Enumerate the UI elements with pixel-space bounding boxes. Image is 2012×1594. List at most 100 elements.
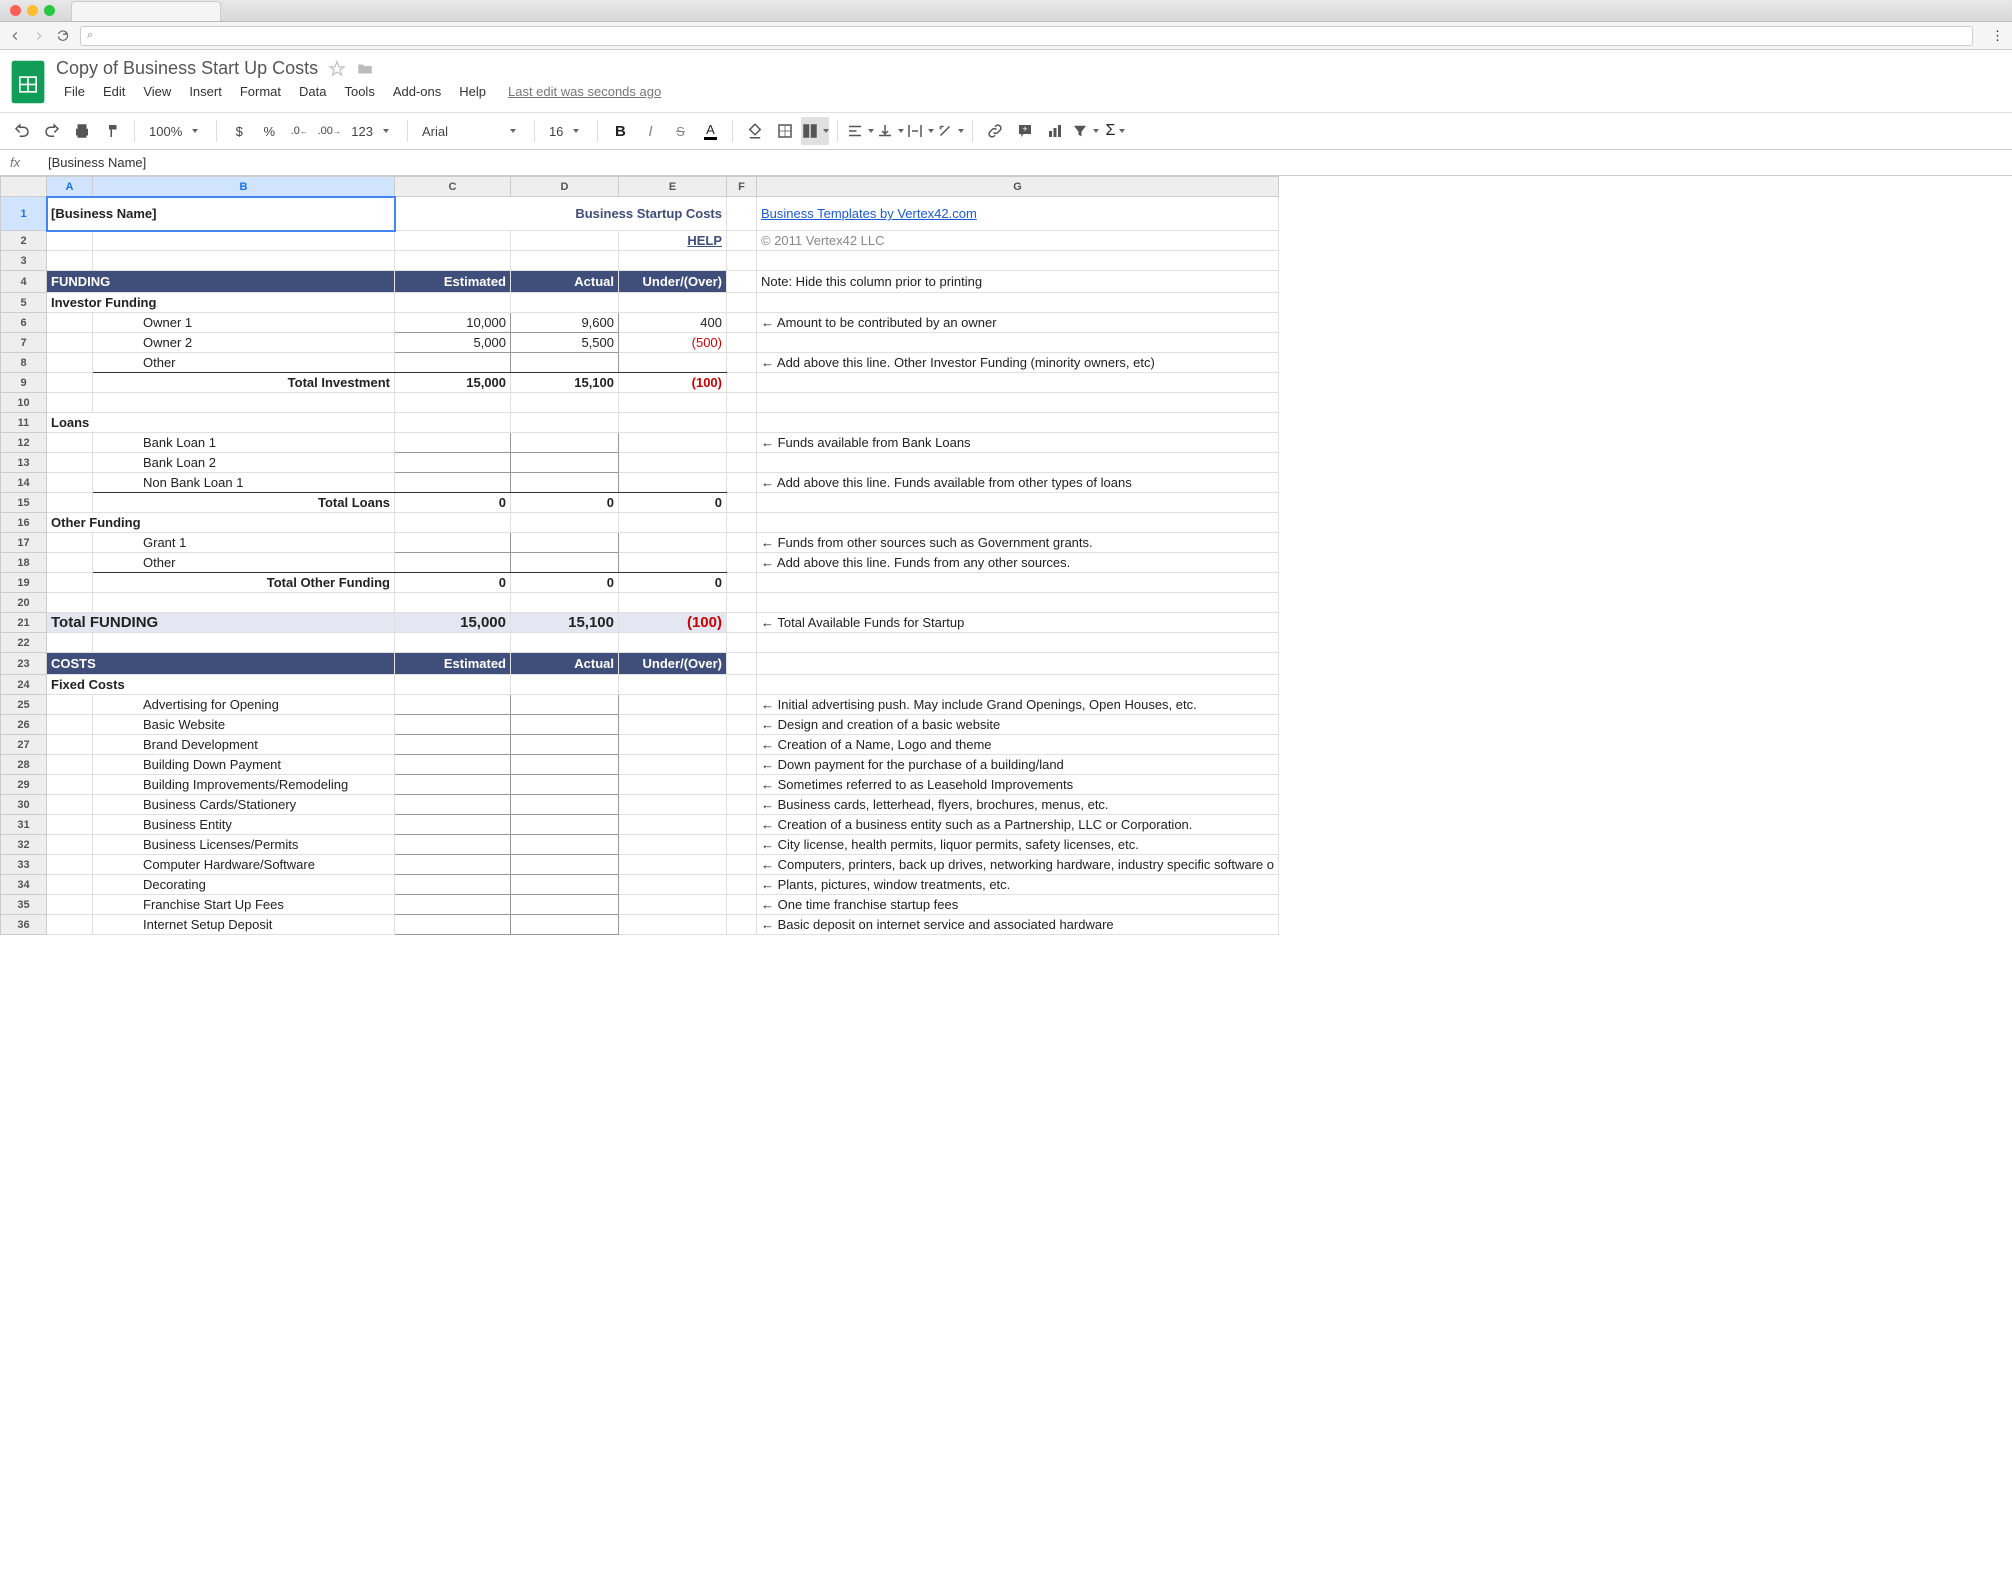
cell-C19[interactable]: 0 (395, 573, 511, 593)
cell-A15[interactable] (47, 493, 93, 513)
cell-G3[interactable] (757, 251, 1279, 271)
cell-A12[interactable] (47, 433, 93, 453)
cell-G28[interactable]: ← Down payment for the purchase of a bui… (757, 755, 1279, 775)
cell-C3[interactable] (395, 251, 511, 271)
cell-G35[interactable]: ← One time franchise startup fees (757, 895, 1279, 915)
cell-E30[interactable] (619, 795, 727, 815)
cell-B36[interactable]: Internet Setup Deposit (93, 915, 395, 935)
h-align-button[interactable] (846, 117, 874, 145)
row-header-28[interactable]: 28 (1, 755, 47, 775)
cell-D36[interactable] (511, 915, 619, 935)
row-header-19[interactable]: 19 (1, 573, 47, 593)
cell-B19[interactable]: Total Other Funding (93, 573, 395, 593)
cell-C4[interactable]: Estimated (395, 271, 511, 293)
cell-D11[interactable] (511, 413, 619, 433)
cell-E11[interactable] (619, 413, 727, 433)
bold-button[interactable]: B (606, 117, 634, 145)
cell-A35[interactable] (47, 895, 93, 915)
row-header-17[interactable]: 17 (1, 533, 47, 553)
row-header-22[interactable]: 22 (1, 633, 47, 653)
cell-F24[interactable] (727, 675, 757, 695)
cell-E2-help[interactable]: HELP (619, 231, 727, 251)
borders-button[interactable] (771, 117, 799, 145)
cell-A14[interactable] (47, 473, 93, 493)
cell-C5[interactable] (395, 293, 511, 313)
row-header-13[interactable]: 13 (1, 453, 47, 473)
cell-C28[interactable] (395, 755, 511, 775)
cell-A8[interactable] (47, 353, 93, 373)
cell-C16[interactable] (395, 513, 511, 533)
format-percent-button[interactable]: % (255, 117, 283, 145)
cell-E4[interactable]: Under/(Over) (619, 271, 727, 293)
cell-B6[interactable]: Owner 1 (93, 313, 395, 333)
col-header-C[interactable]: C (395, 177, 511, 197)
v-align-button[interactable] (876, 117, 904, 145)
cell-C32[interactable] (395, 835, 511, 855)
cell-D25[interactable] (511, 695, 619, 715)
cell-E23[interactable]: Under/(Over) (619, 653, 727, 675)
cell-F18[interactable] (727, 553, 757, 573)
cell-F7[interactable] (727, 333, 757, 353)
cell-B7[interactable]: Owner 2 (93, 333, 395, 353)
cell-B33[interactable]: Computer Hardware/Software (93, 855, 395, 875)
cell-G23[interactable] (757, 653, 1279, 675)
format-currency-button[interactable]: $ (225, 117, 253, 145)
cell-D28[interactable] (511, 755, 619, 775)
cell-A36[interactable] (47, 915, 93, 935)
cell-A29[interactable] (47, 775, 93, 795)
cell-A19[interactable] (47, 573, 93, 593)
cell-G6[interactable]: ← Amount to be contributed by an owner (757, 313, 1279, 333)
star-icon[interactable] (328, 60, 346, 78)
cell-A22[interactable] (47, 633, 93, 653)
cell-F4[interactable] (727, 271, 757, 293)
cell-C11[interactable] (395, 413, 511, 433)
cell-C35[interactable] (395, 895, 511, 915)
cell-F5[interactable] (727, 293, 757, 313)
cell-C25[interactable] (395, 695, 511, 715)
cell-B34[interactable]: Decorating (93, 875, 395, 895)
cell-C29[interactable] (395, 775, 511, 795)
cell-E3[interactable] (619, 251, 727, 271)
cell-D34[interactable] (511, 875, 619, 895)
cell-E18[interactable] (619, 553, 727, 573)
cell-F8[interactable] (727, 353, 757, 373)
insert-chart-button[interactable] (1041, 117, 1069, 145)
cell-B22[interactable] (93, 633, 395, 653)
cell-E35[interactable] (619, 895, 727, 915)
cell-G24[interactable] (757, 675, 1279, 695)
cell-C14[interactable] (395, 473, 511, 493)
cell-C26[interactable] (395, 715, 511, 735)
cell-D19[interactable]: 0 (511, 573, 619, 593)
cell-F32[interactable] (727, 835, 757, 855)
cell-C9[interactable]: 15,000 (395, 373, 511, 393)
cell-C36[interactable] (395, 915, 511, 935)
cell-B31[interactable]: Business Entity (93, 815, 395, 835)
row-header-23[interactable]: 23 (1, 653, 47, 675)
cell-E9[interactable]: (100) (619, 373, 727, 393)
cell-F15[interactable] (727, 493, 757, 513)
cell-A5[interactable]: Investor Funding (47, 293, 395, 313)
menu-insert[interactable]: Insert (181, 81, 230, 102)
cell-G12[interactable]: ← Funds available from Bank Loans (757, 433, 1279, 453)
text-color-button[interactable]: A (696, 117, 724, 145)
cell-D32[interactable] (511, 835, 619, 855)
cell-G27[interactable]: ← Creation of a Name, Logo and theme (757, 735, 1279, 755)
cell-G5[interactable] (757, 293, 1279, 313)
cell-F2[interactable] (727, 231, 757, 251)
cell-F27[interactable] (727, 735, 757, 755)
doc-title[interactable]: Copy of Business Start Up Costs (56, 58, 318, 79)
cell-E33[interactable] (619, 855, 727, 875)
row-header-3[interactable]: 3 (1, 251, 47, 271)
browser-tab[interactable] (71, 1, 221, 21)
cell-F25[interactable] (727, 695, 757, 715)
cell-G19[interactable] (757, 573, 1279, 593)
cell-E31[interactable] (619, 815, 727, 835)
cell-A13[interactable] (47, 453, 93, 473)
cell-D15[interactable]: 0 (511, 493, 619, 513)
cell-G4[interactable]: Note: Hide this column prior to printing (757, 271, 1279, 293)
cell-D9[interactable]: 15,100 (511, 373, 619, 393)
formula-input[interactable]: [Business Name] (48, 155, 2002, 170)
cell-A30[interactable] (47, 795, 93, 815)
font-size-select[interactable]: 16 (543, 124, 589, 139)
cell-C12[interactable] (395, 433, 511, 453)
